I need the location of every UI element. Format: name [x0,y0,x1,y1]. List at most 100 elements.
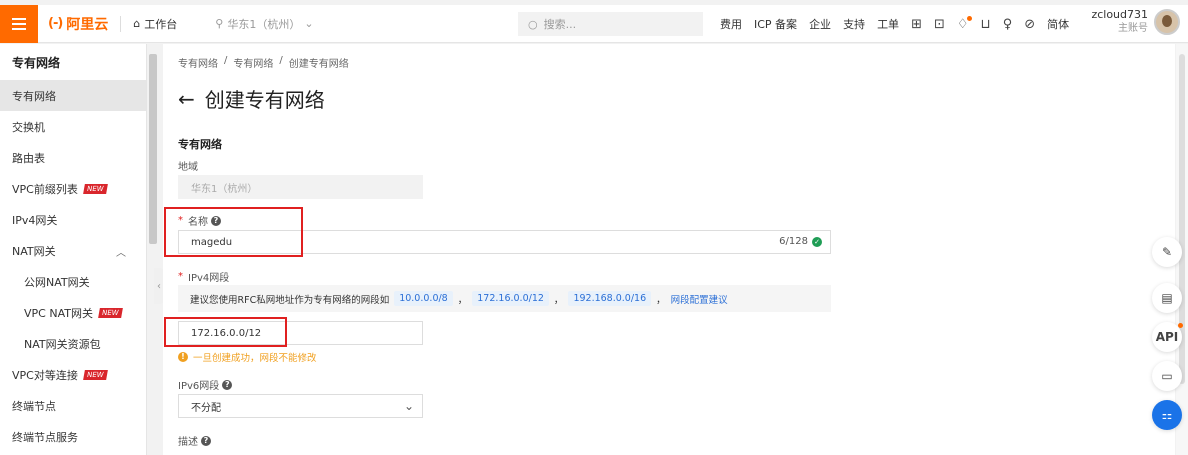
user-role: 主账号 [1118,23,1148,34]
back-arrow-icon[interactable]: ← [178,87,195,111]
sidebar-title: 专有网络 [12,55,61,70]
sidebar-item-nat-package[interactable]: NAT网关资源包 [0,328,146,359]
highlight-box-cidr [164,317,287,347]
link-tickets[interactable]: 工单 [877,16,899,32]
notification-bell-icon[interactable]: ♢ [957,15,972,32]
region-selector[interactable]: ⚲ 华东1（杭州） ⌄ [215,16,313,32]
region-value: 华东1（杭州） [191,183,258,195]
workbench-label: 工作台 [144,17,178,31]
warning-icon: ! [178,352,188,362]
sidebar-item-ipv4-gateway[interactable]: IPv4网关 [0,204,146,235]
chip-separator: ， [553,294,564,306]
sidebar-item-vpc-nat[interactable]: VPC NAT网关 NEW [0,297,146,328]
help-icon[interactable]: ? [201,435,211,446]
search-placeholder: 搜索... [543,18,577,31]
new-badge: NEW [82,183,108,194]
api-label: API [1155,330,1179,344]
new-badge: NEW [82,369,108,380]
sidebar-item-endpoint[interactable]: 终端节点 [0,390,146,421]
label-text: IPv4网段 [188,273,230,284]
page-title-text: 创建专有网络 [204,88,325,112]
ipv6-value: 不分配 [191,402,221,414]
search-input[interactable]: ○ 搜索... [518,12,703,36]
check-circle-icon: ✓ [812,236,822,247]
language-simplified[interactable]: 简体 [1047,16,1069,32]
region-field: 华东1（杭州） [178,175,423,199]
cidr-advice-link[interactable]: 网段配置建议 [671,292,728,306]
cidr-chip-192[interactable]: 192.168.0.0/16 [568,291,652,306]
page-title: ← 创建专有网络 [178,84,325,113]
ipv4-label: * IPv4网段 [178,271,230,284]
help-icon[interactable]: ⊘ [1024,17,1035,32]
scrollbar-thumb[interactable] [149,54,157,244]
breadcrumb-item[interactable]: 专有网络 [178,55,218,70]
ipv6-select[interactable]: 不分配 ⌄ [178,394,423,418]
sidebar-item-endpoint-service[interactable]: 终端节点服务 [0,421,146,452]
sidebar-item-vpc[interactable]: 专有网络 [0,80,146,111]
sidebar-item-vswitch[interactable]: 交换机 [0,111,146,142]
label-text: 描述 [178,437,198,448]
link-billing[interactable]: 费用 [720,16,742,32]
chevron-up-icon[interactable]: ︿ [116,244,126,259]
user-menu[interactable]: zcloud731 主账号 [1091,8,1180,36]
apps-icon[interactable]: ⚏ [1152,400,1182,430]
notification-dot [966,15,972,21]
counter-text: 6/128 [779,236,808,247]
logo-text: 阿里云 [66,16,109,33]
workbench-link[interactable]: ⌂ 工作台 [133,16,177,32]
sidebar-item-prefix-list[interactable]: VPC前缀列表 NEW [0,173,146,204]
label-text: IPv6网段 [178,381,220,392]
new-badge: NEW [98,307,123,318]
logo-mark: (-) [48,16,63,31]
breadcrumb-separator: / [224,55,228,66]
sidebar-item-label: NAT网关 [12,244,56,258]
breadcrumb-item[interactable]: 专有网络 [233,55,273,70]
cidr-warning: ! 一旦创建成功，网段不能修改 [178,350,317,364]
sidebar-scrollbar[interactable] [147,44,159,455]
sidebar-item-label: VPC对等连接 [12,368,78,382]
char-counter: 6/128 ✓ [779,236,822,247]
sidebar-item-public-nat[interactable]: 公网NAT网关 [0,266,146,297]
sidebar: 专有网络 专有网络 交换机 路由表 VPC前缀列表 NEW IPv4网关 NAT网… [0,44,147,455]
cidr-chip-10[interactable]: 10.0.0.0/8 [394,291,453,306]
edit-icon[interactable]: ✎ [1152,237,1182,267]
api-notification-dot [1178,323,1183,328]
menu-icon[interactable] [0,4,38,43]
sidebar-item-label: 终端节点服务 [12,430,78,444]
help-icon[interactable]: ? [222,379,233,390]
region-label: 地域 [178,158,198,173]
chip-separator: ， [656,294,666,306]
cart-icon[interactable]: ⊔ [981,17,991,32]
sidebar-item-route-table[interactable]: 路由表 [0,142,146,173]
region-label: 华东1（杭州） [227,17,301,31]
sidebar-item-vpc-peering[interactable]: VPC对等连接 NEW [0,359,146,390]
user-name: zcloud731 [1091,8,1148,21]
lightbulb-icon[interactable]: ♀ [1003,17,1013,32]
top-links: 费用 ICP 备案 企业 支持 工单 ⊞ ⊡ ♢ ⊔ ♀ ⊘ 简体 [720,5,1069,43]
link-support[interactable]: 支持 [843,16,865,32]
terminal-icon[interactable]: ⊡ [934,17,945,32]
location-icon: ⚲ [215,17,224,30]
main-content: 专有网络 / 专有网络 / 创建专有网络 ← 创建专有网络 专有网络 地域 华东… [163,44,1175,455]
cidr-hint: 建议您使用RFC私网地址作为专有网络的网段如 10.0.0.0/8 ， 172.1… [178,285,831,312]
section-title: 专有网络 [178,138,222,151]
warning-text: 一旦创建成功，网段不能修改 [193,353,317,364]
chevron-down-icon: ⌄ [304,17,314,30]
message-icon[interactable]: ▭ [1152,361,1182,391]
sidebar-item-nat-gateway[interactable]: NAT网关 ︿ [0,235,146,266]
sidebar-item-label: 终端节点 [12,399,56,413]
organization-icon[interactable]: ⊞ [911,17,922,32]
top-navigation-bar: (-) 阿里云 ⌂ 工作台 ⚲ 华东1（杭州） ⌄ ○ 搜索... 费用 ICP… [0,4,1188,43]
sidebar-item-label: 交换机 [12,120,45,134]
chevron-down-icon: ⌄ [403,399,414,413]
sidebar-item-label: 专有网络 [12,89,56,103]
hint-text: 建议您使用RFC私网地址作为专有网络的网段如 [190,294,390,306]
clipboard-edit-icon[interactable]: ▤ [1152,283,1182,313]
avatar[interactable] [1154,9,1180,35]
highlight-box-name [164,207,303,257]
cidr-chip-172[interactable]: 172.16.0.0/12 [472,291,549,306]
chevron-left-icon: ‹ [157,280,161,292]
link-enterprise[interactable]: 企业 [809,16,831,32]
link-icp[interactable]: ICP 备案 [754,16,797,32]
aliyun-logo[interactable]: (-) 阿里云 [48,14,108,34]
